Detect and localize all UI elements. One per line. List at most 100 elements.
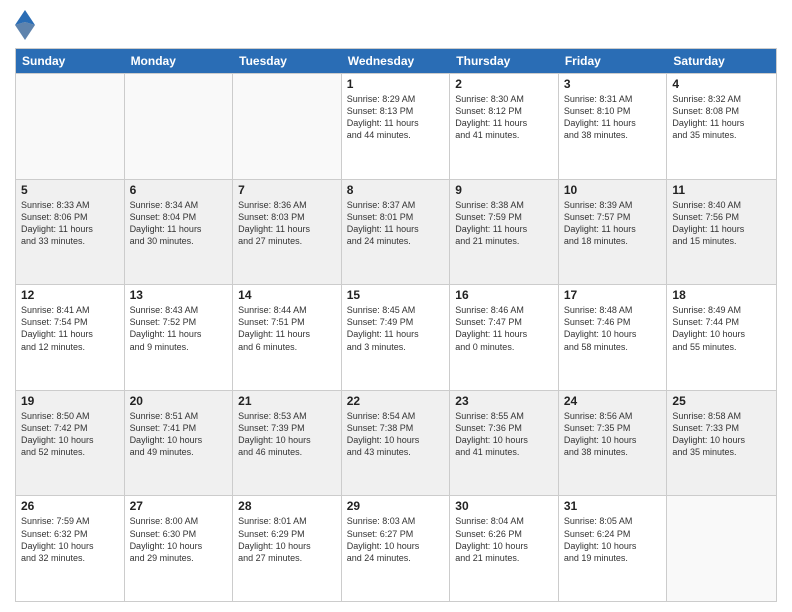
calendar-cell: 16Sunrise: 8:46 AM Sunset: 7:47 PM Dayli… (450, 285, 559, 390)
cell-info: Sunrise: 8:40 AM Sunset: 7:56 PM Dayligh… (672, 199, 771, 248)
calendar-cell: 8 Sunrise: 8:37 AM Sunset: 8:01 PM Daylig… (342, 180, 451, 285)
day-number: 2 (455, 77, 553, 91)
calendar-cell: 1Sunrise: 8:29 AM Sunset: 8:13 PM Daylig… (342, 74, 451, 179)
day-number: 16 (455, 288, 553, 302)
day-number: 20 (130, 394, 228, 408)
cell-info: Sunrise: 8:58 AM Sunset: 7:33 PM Dayligh… (672, 410, 771, 459)
day-number: 31 (564, 499, 662, 513)
cell-info: Sunrise: 8:44 AM Sunset: 7:51 PM Dayligh… (238, 304, 336, 353)
calendar-body: 1Sunrise: 8:29 AM Sunset: 8:13 PM Daylig… (16, 73, 776, 601)
calendar-cell: 3 Sunrise: 8:31 AM Sunset: 8:10 PM Daylig… (559, 74, 668, 179)
calendar-row-0: 1Sunrise: 8:29 AM Sunset: 8:13 PM Daylig… (16, 73, 776, 179)
day-number: 3 (564, 77, 662, 91)
calendar-cell: 26 Sunrise: 7:59 AM Sunset: 6:32 PM Dayli… (16, 496, 125, 601)
cell-info: Sunrise: 8:38 AM Sunset: 7:59 PM Dayligh… (455, 199, 553, 248)
day-number: 6 (130, 183, 228, 197)
calendar-header-row: SundayMondayTuesdayWednesdayThursdayFrid… (16, 49, 776, 73)
calendar-cell: 6 Sunrise: 8:34 AM Sunset: 8:04 PM Daylig… (125, 180, 234, 285)
day-number: 29 (347, 499, 445, 513)
day-number: 24 (564, 394, 662, 408)
calendar-header-cell-saturday: Saturday (667, 49, 776, 73)
day-number: 11 (672, 183, 771, 197)
calendar-cell: 4 Sunrise: 8:32 AM Sunset: 8:08 PM Daylig… (667, 74, 776, 179)
cell-info: Sunrise: 8:53 AM Sunset: 7:39 PM Dayligh… (238, 410, 336, 459)
calendar-cell: 9 Sunrise: 8:38 AM Sunset: 7:59 PM Daylig… (450, 180, 559, 285)
day-number: 13 (130, 288, 228, 302)
day-number: 5 (21, 183, 119, 197)
calendar-cell: 30 Sunrise: 8:04 AM Sunset: 6:26 PM Dayli… (450, 496, 559, 601)
calendar-cell: 10 Sunrise: 8:39 AM Sunset: 7:57 PM Dayli… (559, 180, 668, 285)
cell-info: Sunrise: 8:34 AM Sunset: 8:04 PM Dayligh… (130, 199, 228, 248)
cell-info: Sunrise: 8:30 AM Sunset: 8:12 PM Dayligh… (455, 93, 553, 142)
logo-icon (15, 10, 35, 40)
calendar-cell (667, 496, 776, 601)
day-number: 7 (238, 183, 336, 197)
day-number: 4 (672, 77, 771, 91)
day-number: 18 (672, 288, 771, 302)
cell-info: Sunrise: 8:31 AM Sunset: 8:10 PM Dayligh… (564, 93, 662, 142)
cell-info: Sunrise: 8:54 AM Sunset: 7:38 PM Dayligh… (347, 410, 445, 459)
day-number: 10 (564, 183, 662, 197)
cell-info: Sunrise: 8:04 AM Sunset: 6:26 PM Dayligh… (455, 515, 553, 564)
cell-info: Sunrise: 8:32 AM Sunset: 8:08 PM Dayligh… (672, 93, 771, 142)
calendar-cell: 15 Sunrise: 8:45 AM Sunset: 7:49 PM Dayli… (342, 285, 451, 390)
cell-info: Sunrise: 8:36 AM Sunset: 8:03 PM Dayligh… (238, 199, 336, 248)
calendar-header-cell-wednesday: Wednesday (342, 49, 451, 73)
cell-info: Sunrise: 8:51 AM Sunset: 7:41 PM Dayligh… (130, 410, 228, 459)
day-number: 28 (238, 499, 336, 513)
day-number: 9 (455, 183, 553, 197)
calendar-row-4: 26 Sunrise: 7:59 AM Sunset: 6:32 PM Dayli… (16, 495, 776, 601)
calendar-cell: 21 Sunrise: 8:53 AM Sunset: 7:39 PM Dayli… (233, 391, 342, 496)
calendar-row-3: 19 Sunrise: 8:50 AM Sunset: 7:42 PM Dayli… (16, 390, 776, 496)
day-number: 15 (347, 288, 445, 302)
page: SundayMondayTuesdayWednesdayThursdayFrid… (0, 0, 792, 612)
cell-info: Sunrise: 8:33 AM Sunset: 8:06 PM Dayligh… (21, 199, 119, 248)
cell-info: Sunrise: 8:50 AM Sunset: 7:42 PM Dayligh… (21, 410, 119, 459)
day-number: 25 (672, 394, 771, 408)
calendar-cell: 13 Sunrise: 8:43 AM Sunset: 7:52 PM Dayli… (125, 285, 234, 390)
cell-info: Sunrise: 8:37 AM Sunset: 8:01 PM Dayligh… (347, 199, 445, 248)
calendar-row-1: 5 Sunrise: 8:33 AM Sunset: 8:06 PM Daylig… (16, 179, 776, 285)
cell-info: Sunrise: 8:01 AM Sunset: 6:29 PM Dayligh… (238, 515, 336, 564)
calendar-header-cell-thursday: Thursday (450, 49, 559, 73)
calendar-row-2: 12Sunrise: 8:41 AM Sunset: 7:54 PM Dayli… (16, 284, 776, 390)
day-number: 27 (130, 499, 228, 513)
calendar-cell: 29 Sunrise: 8:03 AM Sunset: 6:27 PM Dayli… (342, 496, 451, 601)
day-number: 30 (455, 499, 553, 513)
calendar-cell: 19 Sunrise: 8:50 AM Sunset: 7:42 PM Dayli… (16, 391, 125, 496)
calendar-cell: 28 Sunrise: 8:01 AM Sunset: 6:29 PM Dayli… (233, 496, 342, 601)
day-number: 23 (455, 394, 553, 408)
day-number: 8 (347, 183, 445, 197)
calendar-cell: 20 Sunrise: 8:51 AM Sunset: 7:41 PM Dayli… (125, 391, 234, 496)
cell-info: Sunrise: 7:59 AM Sunset: 6:32 PM Dayligh… (21, 515, 119, 564)
cell-info: Sunrise: 8:39 AM Sunset: 7:57 PM Dayligh… (564, 199, 662, 248)
day-number: 12 (21, 288, 119, 302)
day-number: 21 (238, 394, 336, 408)
calendar-cell (16, 74, 125, 179)
cell-info: Sunrise: 8:45 AM Sunset: 7:49 PM Dayligh… (347, 304, 445, 353)
calendar-cell: 27Sunrise: 8:00 AM Sunset: 6:30 PM Dayli… (125, 496, 234, 601)
cell-info: Sunrise: 8:05 AM Sunset: 6:24 PM Dayligh… (564, 515, 662, 564)
day-number: 26 (21, 499, 119, 513)
calendar-cell: 12Sunrise: 8:41 AM Sunset: 7:54 PM Dayli… (16, 285, 125, 390)
calendar-header-cell-friday: Friday (559, 49, 668, 73)
calendar-header-cell-tuesday: Tuesday (233, 49, 342, 73)
calendar-cell: 5 Sunrise: 8:33 AM Sunset: 8:06 PM Daylig… (16, 180, 125, 285)
header (15, 10, 777, 40)
calendar: SundayMondayTuesdayWednesdayThursdayFrid… (15, 48, 777, 602)
cell-info: Sunrise: 8:55 AM Sunset: 7:36 PM Dayligh… (455, 410, 553, 459)
calendar-cell (233, 74, 342, 179)
calendar-cell: 14 Sunrise: 8:44 AM Sunset: 7:51 PM Dayli… (233, 285, 342, 390)
calendar-cell: 24Sunrise: 8:56 AM Sunset: 7:35 PM Dayli… (559, 391, 668, 496)
calendar-cell: 23 Sunrise: 8:55 AM Sunset: 7:36 PM Dayli… (450, 391, 559, 496)
cell-info: Sunrise: 8:03 AM Sunset: 6:27 PM Dayligh… (347, 515, 445, 564)
day-number: 19 (21, 394, 119, 408)
day-number: 1 (347, 77, 445, 91)
calendar-cell: 17Sunrise: 8:48 AM Sunset: 7:46 PM Dayli… (559, 285, 668, 390)
calendar-cell: 31 Sunrise: 8:05 AM Sunset: 6:24 PM Dayli… (559, 496, 668, 601)
logo (15, 10, 39, 40)
cell-info: Sunrise: 8:43 AM Sunset: 7:52 PM Dayligh… (130, 304, 228, 353)
day-number: 14 (238, 288, 336, 302)
calendar-cell (125, 74, 234, 179)
calendar-cell: 7 Sunrise: 8:36 AM Sunset: 8:03 PM Daylig… (233, 180, 342, 285)
